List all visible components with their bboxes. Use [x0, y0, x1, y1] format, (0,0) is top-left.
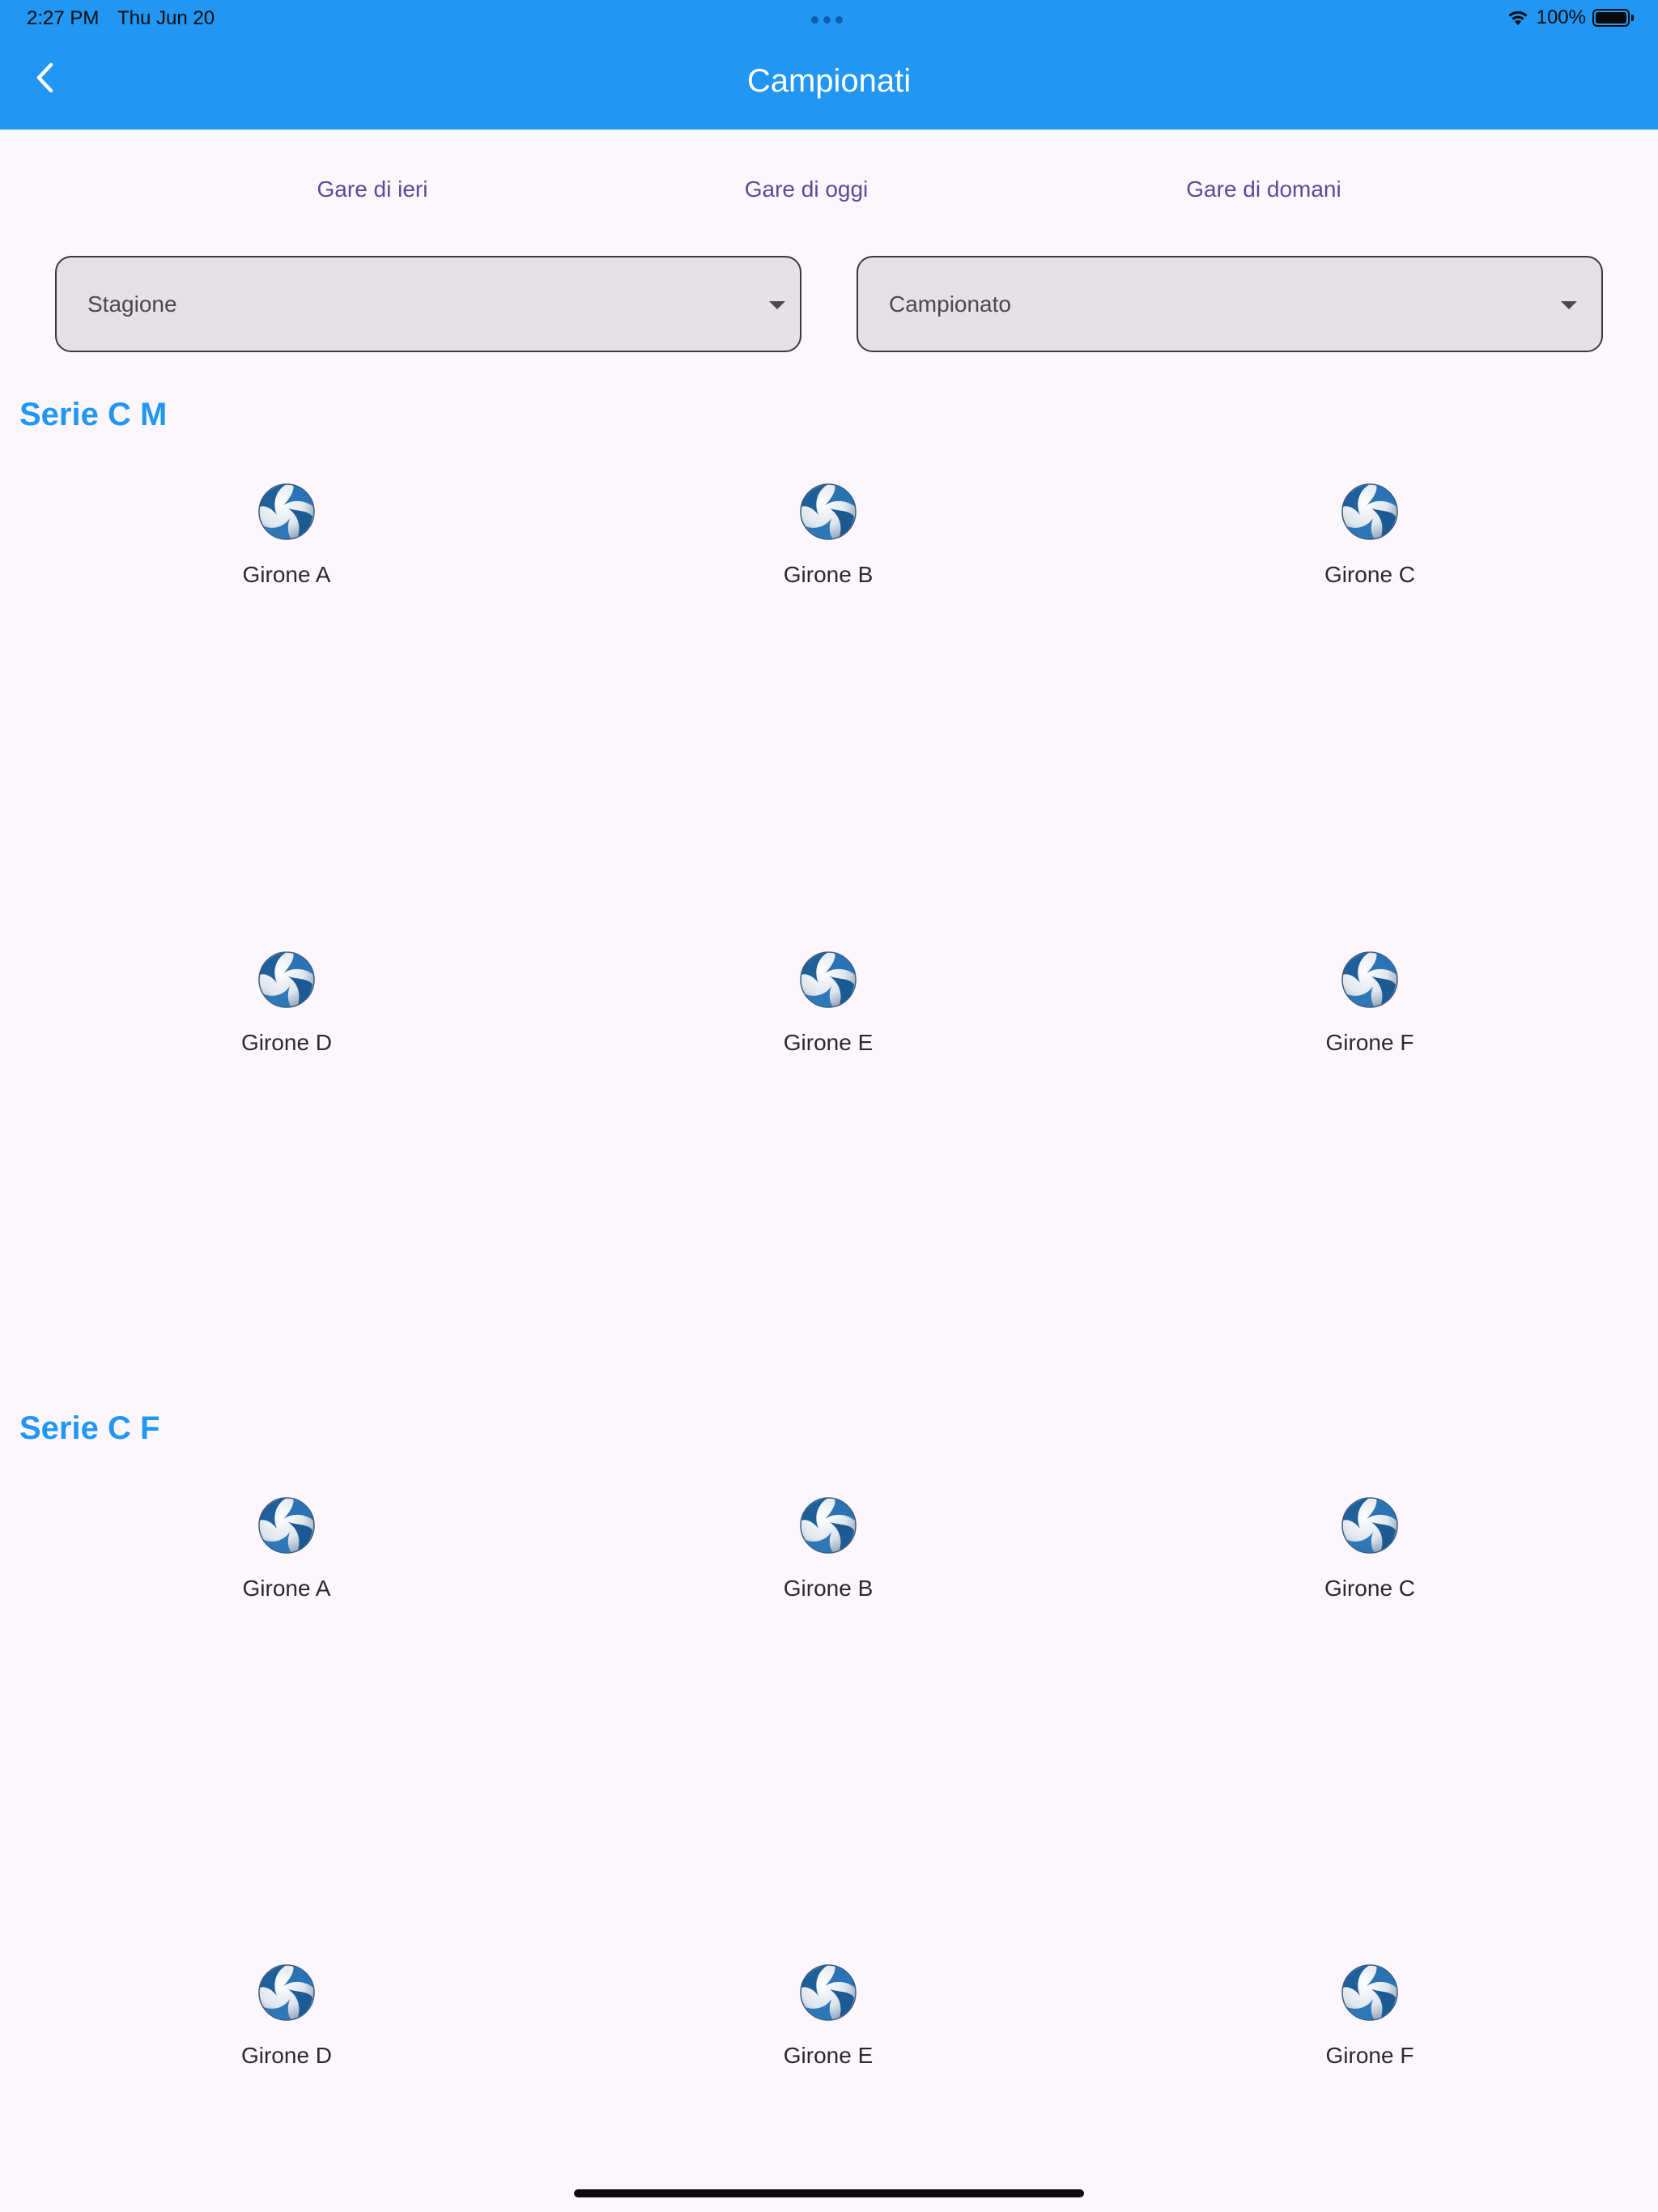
tab-today-matches[interactable]: Gare di oggi	[745, 177, 869, 202]
volleyball-icon	[1341, 483, 1399, 541]
group-label: Girone E	[783, 2043, 874, 2068]
app-bar: 2:27 PM Thu Jun 20 100% Campionati	[0, 0, 1658, 130]
championship-dropdown[interactable]: Campionato	[857, 256, 1603, 352]
group-label: Girone B	[783, 562, 874, 587]
group-label: Girone C	[1324, 562, 1416, 587]
group-item[interactable]: Girone F	[1273, 951, 1467, 1064]
volleyball-icon	[257, 1963, 316, 2022]
battery-icon	[1592, 9, 1634, 27]
tab-tomorrow-matches[interactable]: Gare di domani	[1186, 177, 1341, 202]
battery-percentage: 100%	[1536, 6, 1586, 28]
group-label: Girone B	[783, 1576, 874, 1601]
status-indicators: 100%	[1506, 6, 1634, 29]
volleyball-icon	[799, 1963, 857, 2022]
group-label: Girone C	[1324, 1576, 1416, 1601]
group-label: Girone F	[1325, 1030, 1414, 1055]
group-item[interactable]: Girone A	[189, 483, 384, 596]
volleyball-icon	[799, 1496, 857, 1555]
group-label: Girone D	[240, 1030, 333, 1055]
group-item[interactable]: Girone C	[1273, 483, 1467, 596]
tab-yesterday-matches[interactable]: Gare di ieri	[317, 177, 428, 202]
championship-dropdown-label: Campionato	[889, 291, 1011, 317]
volleyball-icon	[1341, 951, 1399, 1009]
section-title: Serie C F	[19, 1410, 160, 1446]
home-indicator[interactable]	[574, 2189, 1084, 2197]
day-tabs: Gare di ieri Gare di oggi Gare di domani	[0, 177, 1658, 209]
wifi-icon	[1506, 9, 1530, 27]
group-item[interactable]: Girone F	[1273, 1963, 1467, 2077]
dropdown-arrow-icon	[769, 301, 785, 309]
volleyball-icon	[799, 483, 857, 541]
screen: 2:27 PM Thu Jun 20 100% Campionati Gare …	[0, 0, 1658, 2212]
group-item[interactable]: Girone D	[189, 1963, 384, 2077]
group-item[interactable]: Girone C	[1273, 1496, 1467, 1610]
season-dropdown[interactable]: Stagione	[55, 256, 801, 352]
volleyball-icon	[1341, 1496, 1399, 1555]
section-title: Serie C M	[19, 397, 168, 432]
group-item[interactable]: Girone A	[189, 1496, 384, 1610]
group-item[interactable]: Girone D	[189, 951, 384, 1064]
group-item[interactable]: Girone B	[731, 483, 925, 596]
group-label: Girone E	[783, 1030, 874, 1055]
multitasking-dots-icon[interactable]	[811, 16, 843, 23]
volleyball-icon	[257, 1496, 316, 1555]
volleyball-icon	[799, 951, 857, 1009]
dropdown-arrow-icon	[1561, 301, 1577, 309]
group-label: Girone A	[242, 1576, 331, 1601]
season-dropdown-label: Stagione	[87, 291, 177, 317]
volleyball-icon	[1341, 1963, 1399, 2022]
group-item[interactable]: Girone E	[731, 1963, 925, 2077]
group-item[interactable]: Girone E	[731, 951, 925, 1064]
page-title: Campionati	[746, 63, 912, 99]
volleyball-icon	[257, 951, 316, 1009]
group-item[interactable]: Girone B	[731, 1496, 925, 1610]
status-bar: 2:27 PM Thu Jun 20 100%	[0, 0, 1658, 37]
group-label: Girone F	[1325, 2043, 1414, 2068]
group-label: Girone D	[240, 2043, 333, 2068]
status-date: Thu Jun 20	[117, 7, 215, 29]
volleyball-icon	[257, 483, 316, 541]
status-time: 2:27 PM	[27, 7, 100, 29]
group-label: Girone A	[242, 562, 331, 587]
